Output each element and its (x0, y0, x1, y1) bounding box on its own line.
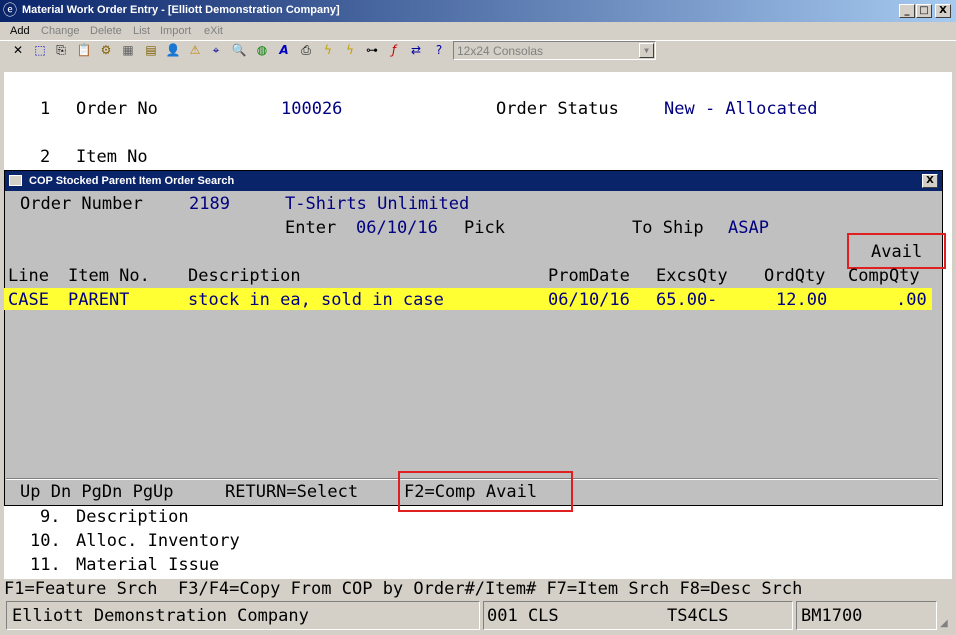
resize-grip-icon[interactable]: ◢ (940, 618, 952, 630)
menu-change[interactable]: Change (41, 25, 80, 37)
status-program-field: BM1700 (796, 601, 937, 630)
status-company-field: Elliott Demonstration Company (6, 601, 480, 630)
settings-icon[interactable]: ⚙ (97, 41, 115, 59)
col-item-no: Item No. (68, 266, 150, 286)
help-icon[interactable]: ? (430, 41, 448, 59)
item-no-label: Item No (76, 147, 148, 167)
close-window-button[interactable]: X (935, 4, 951, 18)
dialog-title: COP Stocked Parent Item Order Search (29, 175, 235, 187)
arrows-icon[interactable]: ⇄ (407, 41, 425, 59)
row-ordqty[interactable]: 12.00 (776, 289, 827, 311)
warning-icon[interactable]: ⚠ (186, 41, 204, 59)
dialog-icon (9, 175, 22, 186)
description-field-number: 9. (40, 507, 61, 527)
item-no-number: 2 (40, 147, 51, 167)
menu-bar: Add Change Delete List Import eXit (0, 22, 956, 40)
col-promdate: PromDate (548, 266, 630, 286)
alloc-inventory-label: Alloc. Inventory (76, 531, 240, 551)
font-icon[interactable]: A (275, 41, 293, 59)
row-promdate[interactable]: 06/10/16 (548, 289, 630, 311)
row-excsqty[interactable]: 65.00- (656, 289, 717, 311)
return-select-hint[interactable]: RETURN=Select (225, 481, 358, 503)
window-title-bar[interactable]: ⓔ Material Work Order Entry - [Elliott D… (0, 0, 956, 22)
order-status-label: Order Status (496, 99, 619, 119)
customer-name: T-Shirts Unlimited (285, 194, 470, 214)
select-icon[interactable]: ⬚ (31, 41, 49, 59)
material-issue-label: Material Issue (76, 555, 220, 575)
window-title: Material Work Order Entry - [Elliott Dem… (22, 4, 340, 16)
order-status-value: New - Allocated (664, 99, 818, 119)
close-icon[interactable]: ✕ (9, 41, 27, 59)
globe-icon[interactable]: ◍ (253, 41, 271, 59)
link-icon[interactable]: ⊶ (363, 41, 381, 59)
dialog-title-bar[interactable]: COP Stocked Parent Item Order Search X (5, 171, 942, 191)
status-session-field: 001 CLS TS4CLS (483, 601, 793, 630)
status-program: BM1700 (801, 606, 863, 626)
menu-delete[interactable]: Delete (90, 25, 122, 37)
row-item[interactable]: PARENT (68, 289, 129, 311)
enter-date: 06/10/16 (356, 218, 438, 238)
function-keys-line: F1=Feature Srch F3/F4=Copy From COP by O… (4, 579, 803, 599)
alloc-inventory-number: 10. (30, 531, 61, 551)
menu-exit[interactable]: eXit (204, 25, 223, 37)
col-ordqty: OrdQty (764, 266, 826, 286)
row-compqty[interactable]: .00 (896, 289, 927, 311)
order-number-value: 2189 (189, 194, 230, 214)
material-issue-number: 11. (30, 555, 61, 575)
zoom-icon[interactable]: 🔍 (230, 41, 248, 59)
dialog-close-button[interactable]: X (922, 174, 938, 188)
nav-keys-hint: Up Dn PgDn PgUp (20, 482, 174, 502)
row-description[interactable]: stock in ea, sold in case (188, 289, 444, 311)
col-line: Line (8, 266, 49, 286)
print-icon[interactable]: ⎙ (297, 41, 315, 59)
status-terminal: TS4CLS (667, 606, 729, 626)
menu-list[interactable]: List (133, 25, 150, 37)
notes-icon[interactable]: ▤ (142, 41, 160, 59)
enter-label: Enter (285, 218, 337, 238)
properties-icon[interactable]: ▦ (119, 41, 137, 59)
menu-import[interactable]: Import (160, 25, 191, 37)
copy-icon[interactable]: ⎘ (52, 41, 70, 59)
font-select[interactable]: 12x24 Consolas ▼ (453, 41, 656, 60)
order-no-label: Order No (76, 99, 158, 119)
binoculars-icon[interactable]: ⌖ (207, 41, 225, 59)
status-company: Elliott Demonstration Company (12, 606, 309, 626)
col-compqty: CompQty (848, 266, 920, 286)
maximize-button[interactable]: □ (916, 4, 932, 18)
font-select-value: 12x24 Consolas (457, 44, 544, 58)
description-field-label: Description (76, 507, 189, 527)
minimize-button[interactable]: _ (899, 4, 915, 18)
order-no-value[interactable]: 100026 (281, 98, 342, 120)
avail-header: Avail (871, 242, 923, 262)
col-description: Description (188, 266, 301, 286)
function-icon[interactable]: ƒ (385, 41, 403, 59)
col-excsqty: ExcsQty (656, 266, 728, 286)
pick-label: Pick (464, 218, 505, 238)
paste-icon[interactable]: 📋 (75, 41, 93, 59)
menu-add[interactable]: Add (10, 25, 30, 37)
status-user: 001 CLS (487, 606, 559, 626)
row-line[interactable]: CASE (8, 289, 49, 311)
order-no-number: 1 (40, 99, 51, 119)
lightning-doc-icon[interactable]: ϟ (341, 41, 359, 59)
order-number-label: Order Number (20, 194, 143, 214)
f2-comp-avail-hint[interactable]: F2=Comp Avail (404, 481, 537, 503)
user-add-icon[interactable]: 👤 (164, 41, 182, 59)
app-icon: ⓔ (3, 3, 17, 19)
chevron-down-icon[interactable]: ▼ (639, 43, 654, 58)
to-ship-label: To Ship (632, 218, 704, 238)
lightning-icon[interactable]: ϟ (319, 41, 337, 59)
to-ship-value: ASAP (728, 218, 769, 238)
